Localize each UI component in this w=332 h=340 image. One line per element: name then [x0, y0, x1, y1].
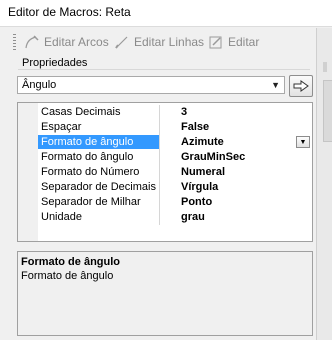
property-row[interactable]: Casas Decimais 3 [38, 105, 312, 120]
line-pencil-icon [115, 36, 128, 49]
property-name[interactable]: Espaçar [41, 121, 159, 133]
description-panel: Formato de ângulo Formato de ângulo [17, 251, 313, 336]
column-divider [159, 210, 160, 225]
value-dropdown-button[interactable]: ▼ [296, 136, 310, 148]
property-value[interactable]: GrauMinSec [181, 151, 245, 163]
property-value[interactable]: False [181, 121, 209, 133]
property-name[interactable]: Formato do Número [41, 166, 159, 178]
property-value[interactable]: Vírgula [181, 181, 218, 193]
column-divider [159, 105, 160, 120]
object-selector[interactable]: Ângulo ▼ [17, 76, 285, 94]
column-divider [159, 180, 160, 195]
property-grid-gutter [18, 103, 38, 241]
property-name[interactable]: Separador de Decimais [41, 181, 159, 193]
property-name[interactable]: Casas Decimais [41, 106, 159, 118]
property-value[interactable]: Numeral [181, 166, 225, 178]
column-divider [159, 165, 160, 180]
group-separator [18, 69, 310, 70]
edit-arcs-label: Editar Arcos [44, 35, 109, 49]
side-panel-tab[interactable] [323, 62, 327, 72]
property-grid: Casas Decimais 3 Espaçar False Formato de ân… [17, 102, 313, 242]
property-row[interactable]: Separador de Milhar Ponto [38, 195, 312, 210]
title-bar: Editor de Macros: Reta [0, 0, 332, 27]
edit-lines-label: Editar Linhas [134, 35, 205, 49]
side-panel-strip[interactable] [316, 28, 332, 340]
go-arrow-button[interactable] [289, 75, 313, 97]
arc-pencil-icon [25, 35, 39, 49]
properties-group-label: Propriedades [22, 57, 88, 69]
property-row[interactable]: Formato do Número Numeral [38, 165, 312, 180]
property-row[interactable]: Espaçar False [38, 120, 312, 135]
property-value[interactable]: Azimute [181, 136, 224, 148]
property-row[interactable]: Unidade grau [38, 210, 312, 225]
object-selector-value: Ângulo [22, 79, 57, 91]
property-name[interactable]: Separador de Milhar [41, 196, 159, 208]
side-panel-scrollbar[interactable] [323, 80, 332, 142]
edit-button[interactable]: Editar [208, 33, 259, 51]
column-divider [159, 195, 160, 210]
property-row[interactable]: Formato do ângulo GrauMinSec [38, 150, 312, 165]
property-name[interactable]: Formato do ângulo [41, 151, 159, 163]
property-value[interactable]: 3 [181, 106, 187, 118]
column-divider [159, 135, 160, 150]
toolbar: Editar Arcos Editar Linhas Editar [10, 31, 310, 53]
property-name[interactable]: Unidade [41, 211, 159, 223]
property-row[interactable]: Separador de Decimais Vírgula [38, 180, 312, 195]
description-text: Formato de ângulo [21, 270, 114, 282]
property-value[interactable]: grau [181, 211, 205, 223]
edit-label: Editar [228, 35, 260, 49]
description-title: Formato de ângulo [21, 256, 120, 268]
property-row[interactable]: Formato de ângulo Azimute ▼ [38, 135, 312, 150]
column-divider [159, 150, 160, 165]
edit-lines-button[interactable]: Editar Linhas [114, 33, 204, 51]
window-title: Editor de Macros: Reta [8, 5, 131, 19]
right-arrow-icon [293, 80, 309, 92]
dropdown-arrow-icon[interactable]: ▼ [271, 80, 280, 90]
toolbar-grip[interactable] [13, 34, 16, 50]
column-divider [159, 120, 160, 135]
edit-arcs-button[interactable]: Editar Arcos [24, 33, 109, 51]
property-value[interactable]: Ponto [181, 196, 212, 208]
property-name[interactable]: Formato de ângulo [38, 135, 159, 149]
edit-pencil-icon [209, 36, 222, 49]
